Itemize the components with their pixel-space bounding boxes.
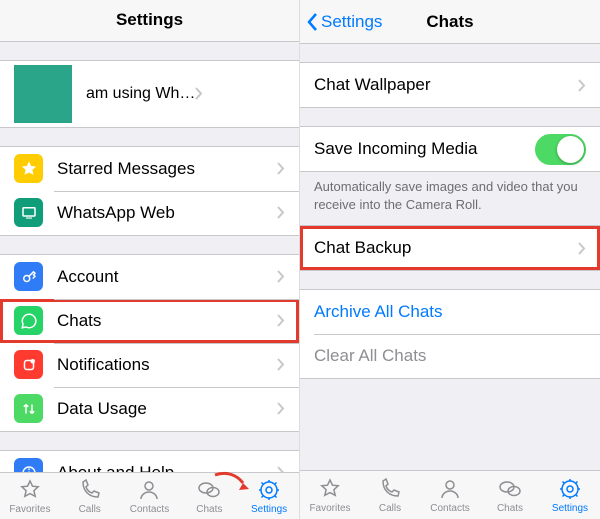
group-save-media: Save Incoming Media <box>300 126 600 172</box>
save-media-footer: Automatically save images and video that… <box>300 172 600 213</box>
chevron-right-icon <box>277 314 285 327</box>
chats-content: Chat Wallpaper Save Incoming Media Autom… <box>300 44 600 470</box>
group-about: About and Help <box>0 450 299 473</box>
page-title: Chats <box>426 12 473 32</box>
tabbar: Favorites Calls Contacts Chats Settings <box>300 470 600 519</box>
row-label: About and Help <box>57 463 277 473</box>
row-chats[interactable]: Chats <box>0 299 299 343</box>
group-starred: Starred Messages WhatsApp Web <box>0 146 299 236</box>
chevron-right-icon <box>578 79 586 92</box>
chevron-right-icon <box>277 358 285 371</box>
row-starred-messages[interactable]: Starred Messages <box>0 147 299 191</box>
profile-row[interactable]: am using Wh… <box>0 61 299 127</box>
chats-screen: Settings Chats Chat Wallpaper Save Incom… <box>300 0 600 519</box>
tab-label: Contacts <box>130 504 169 515</box>
data-icon <box>14 394 43 423</box>
tab-settings[interactable]: Settings <box>239 473 299 519</box>
tab-label: Calls <box>379 503 401 514</box>
profile-status: am using Wh… <box>86 85 195 103</box>
tab-calls[interactable]: Calls <box>60 473 120 519</box>
row-archive-all[interactable]: Archive All Chats <box>300 290 600 334</box>
row-account[interactable]: Account <box>0 255 299 299</box>
row-save-incoming-media[interactable]: Save Incoming Media <box>300 127 600 171</box>
row-label: Account <box>57 267 277 287</box>
row-notifications[interactable]: Notifications <box>0 343 299 387</box>
row-label: WhatsApp Web <box>57 203 277 223</box>
tab-contacts[interactable]: Contacts <box>420 471 480 519</box>
row-label: Clear All Chats <box>314 346 586 366</box>
tab-chats[interactable]: Chats <box>480 471 540 519</box>
row-label: Archive All Chats <box>314 302 586 322</box>
tab-label: Settings <box>251 504 287 515</box>
star-icon <box>14 154 43 183</box>
row-label: Notifications <box>57 355 277 375</box>
chevron-right-icon <box>195 87 203 100</box>
row-clear-all[interactable]: Clear All Chats <box>300 334 600 378</box>
chevron-right-icon <box>578 242 586 255</box>
bell-icon <box>14 350 43 379</box>
row-label: Data Usage <box>57 399 277 419</box>
tabbar: Favorites Calls Contacts Chats Settings <box>0 472 299 519</box>
key-icon <box>14 262 43 291</box>
tab-chats[interactable]: Chats <box>179 473 239 519</box>
chevron-right-icon <box>277 402 285 415</box>
tab-label: Calls <box>79 504 101 515</box>
tab-label: Favorites <box>9 504 50 515</box>
group-wallpaper: Chat Wallpaper <box>300 62 600 108</box>
tab-contacts[interactable]: Contacts <box>120 473 180 519</box>
tab-label: Favorites <box>309 503 350 514</box>
profile-group: am using Wh… <box>0 60 299 128</box>
group-backup: Chat Backup <box>300 225 600 271</box>
tab-favorites[interactable]: Favorites <box>300 471 360 519</box>
row-about[interactable]: About and Help <box>0 451 299 473</box>
settings-content: am using Wh… Starred Messages WhatsApp W… <box>0 42 299 473</box>
chevron-left-icon <box>306 12 318 32</box>
save-media-toggle[interactable] <box>535 134 586 165</box>
row-label: Chats <box>57 311 277 331</box>
back-button[interactable]: Settings <box>306 12 382 32</box>
row-label: Starred Messages <box>57 159 277 179</box>
group-archive-clear: Archive All Chats Clear All Chats <box>300 289 600 379</box>
info-icon <box>14 458 43 472</box>
chevron-right-icon <box>277 206 285 219</box>
tab-label: Chats <box>196 504 222 515</box>
tab-calls[interactable]: Calls <box>360 471 420 519</box>
back-label: Settings <box>321 12 382 32</box>
row-label: Save Incoming Media <box>314 139 535 159</box>
row-label: Chat Wallpaper <box>314 75 578 95</box>
avatar <box>14 65 72 123</box>
navbar: Settings Chats <box>300 0 600 44</box>
row-chat-backup[interactable]: Chat Backup <box>300 226 600 270</box>
settings-screen: Settings am using Wh… Starred Messages <box>0 0 300 519</box>
chevron-right-icon <box>277 270 285 283</box>
chat-icon <box>14 306 43 335</box>
chevron-right-icon <box>277 162 285 175</box>
page-title: Settings <box>116 10 183 30</box>
web-icon <box>14 198 43 227</box>
tab-label: Contacts <box>430 503 469 514</box>
group-main: Account Chats Notifications Data Usage <box>0 254 299 432</box>
row-data-usage[interactable]: Data Usage <box>0 387 299 431</box>
tab-settings[interactable]: Settings <box>540 471 600 519</box>
navbar: Settings <box>0 0 299 42</box>
tab-label: Chats <box>497 503 523 514</box>
row-label: Chat Backup <box>314 238 578 258</box>
tab-favorites[interactable]: Favorites <box>0 473 60 519</box>
row-whatsapp-web[interactable]: WhatsApp Web <box>0 191 299 235</box>
row-chat-wallpaper[interactable]: Chat Wallpaper <box>300 63 600 107</box>
tab-label: Settings <box>552 503 588 514</box>
